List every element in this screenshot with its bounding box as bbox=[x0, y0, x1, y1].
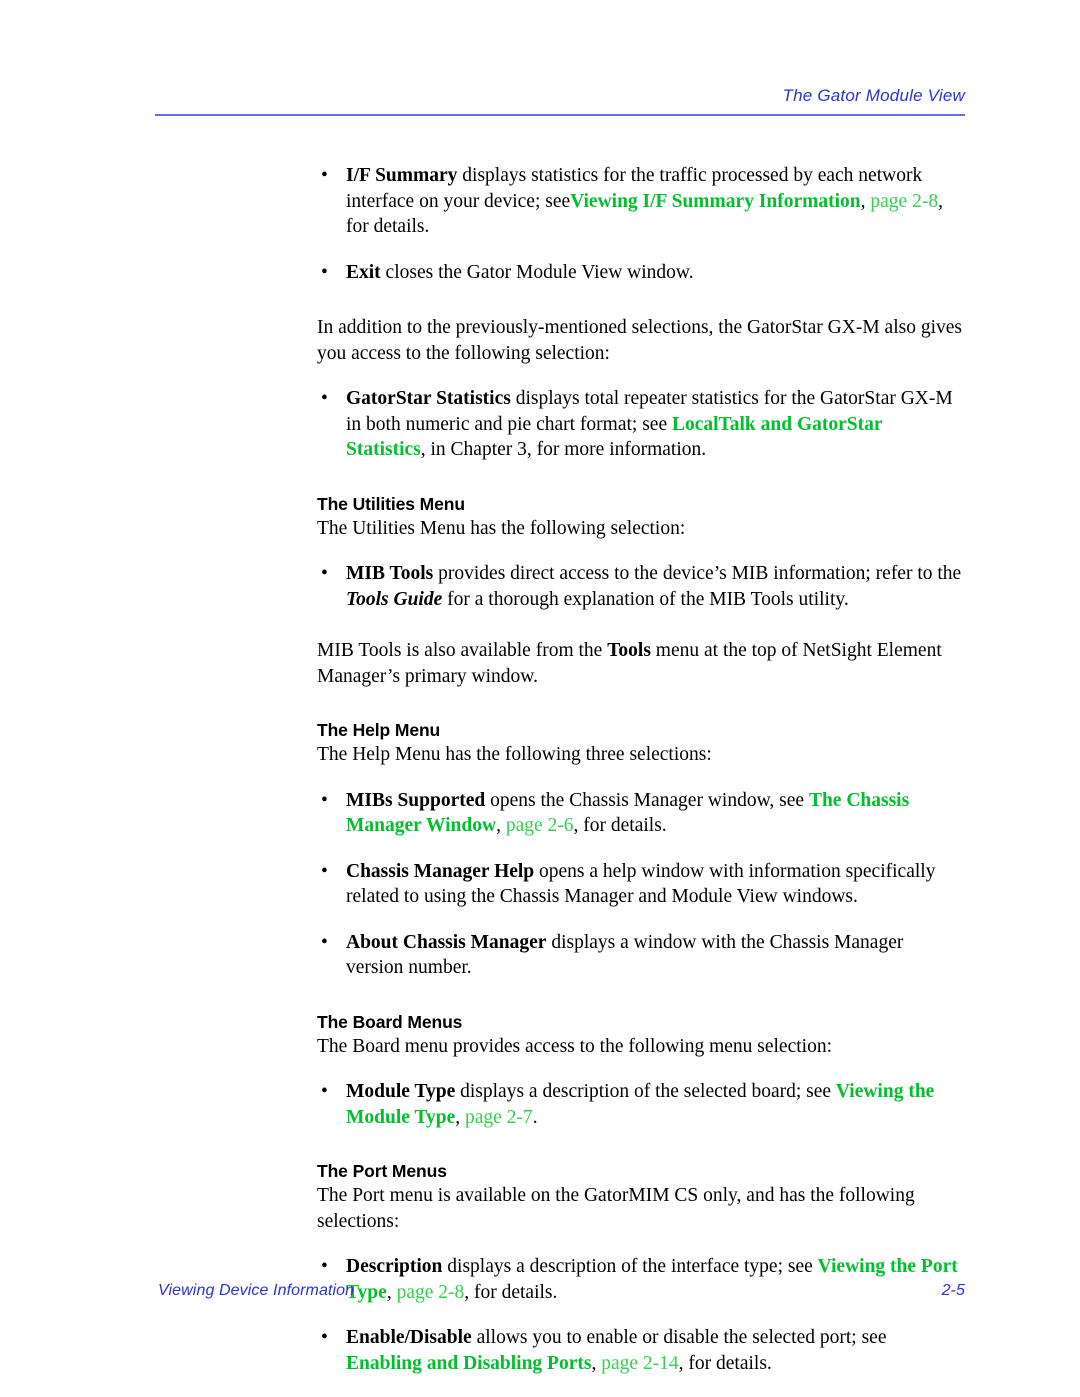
bullet-glyph: • bbox=[321, 165, 328, 186]
section-heading-utilities-menu: The Utilities Menu bbox=[317, 493, 465, 514]
list-item: • Chassis Manager Help opens a help wind… bbox=[317, 859, 962, 910]
paragraph-mib-tools-availability: MIB Tools is also available from the Too… bbox=[317, 638, 962, 689]
page-reference-link[interactable]: page 2-14 bbox=[601, 1353, 678, 1374]
text: , bbox=[860, 190, 871, 212]
paragraph-utilities-intro: The Utilities Menu has the following sel… bbox=[317, 517, 686, 539]
page-content: • I/F Summary displays statistics for th… bbox=[317, 163, 962, 1376]
paragraph-help-intro: The Help Menu has the following three se… bbox=[317, 744, 712, 765]
bullet-glyph: • bbox=[321, 388, 328, 409]
text: , bbox=[455, 1106, 465, 1128]
term-module-type: Module Type bbox=[346, 1081, 456, 1102]
term-description: Description bbox=[346, 1256, 443, 1277]
footer-section-title: Viewing Device Information bbox=[158, 1282, 355, 1299]
section-heading-board-menus: The Board Menus bbox=[317, 1011, 463, 1032]
title-tools-guide: Tools Guide bbox=[346, 588, 443, 610]
section-heading-port-menus: The Port Menus bbox=[317, 1161, 447, 1181]
text: , in Chapter 3, for more information. bbox=[420, 439, 707, 460]
page-reference-link[interactable]: page 2-7 bbox=[465, 1107, 533, 1128]
term-gatorstar-statistics: GatorStar Statistics bbox=[346, 388, 511, 409]
text: displays a description of the interface … bbox=[442, 1256, 818, 1277]
text: , for details. bbox=[573, 815, 667, 836]
term-chassis-manager-help: Chassis Manager Help bbox=[346, 860, 535, 882]
text: displays a description of the selected b… bbox=[455, 1081, 836, 1102]
paragraph-port-intro: The Port menu is available on the GatorM… bbox=[317, 1185, 915, 1232]
running-header: The Gator Module View bbox=[155, 86, 965, 106]
header-rule-divider bbox=[155, 114, 965, 116]
term-enable-disable: Enable/Disable bbox=[346, 1327, 472, 1348]
list-item: • MIB Tools provides direct access to th… bbox=[317, 561, 962, 612]
term-tools-menu: Tools bbox=[607, 640, 651, 661]
bullet-glyph: • bbox=[321, 1081, 328, 1102]
list-item: • I/F Summary displays statistics for th… bbox=[317, 163, 962, 240]
list-item: • About Chassis Manager displays a windo… bbox=[317, 930, 962, 981]
list-item: • GatorStar Statistics displays total re… bbox=[317, 386, 962, 463]
paragraph-addition: In addition to the previously-mentioned … bbox=[317, 317, 962, 364]
term-exit: Exit bbox=[346, 261, 381, 283]
text: , bbox=[591, 1352, 602, 1374]
term-if-summary: I/F Summary bbox=[346, 165, 458, 186]
list-item: • Enable/Disable allows you to enable or… bbox=[317, 1325, 962, 1376]
paragraph-board-intro: The Board menu provides access to the fo… bbox=[317, 1035, 832, 1057]
page-reference-link[interactable]: page 2-8 bbox=[870, 191, 938, 212]
term-about-chassis-manager: About Chassis Manager bbox=[346, 931, 547, 953]
document-page: The Gator Module View • I/F Summary disp… bbox=[0, 0, 1080, 1397]
term-mibs-supported: MIBs Supported bbox=[346, 789, 486, 811]
bullet-glyph: • bbox=[321, 860, 328, 882]
page-reference-link[interactable]: page 2-6 bbox=[506, 815, 574, 836]
text: allows you to enable or disable the sele… bbox=[471, 1327, 887, 1348]
text: provides direct access to the device’s M… bbox=[433, 563, 962, 584]
bullet-glyph: • bbox=[321, 931, 328, 953]
running-footer: Viewing Device Information 2-5 bbox=[158, 1281, 965, 1301]
bullet-glyph: • bbox=[321, 563, 328, 584]
footer-page-number: 2-5 bbox=[941, 1282, 965, 1299]
text: closes the Gator Module View window. bbox=[380, 261, 694, 283]
list-item: • Module Type displays a description of … bbox=[317, 1079, 962, 1130]
cross-reference-link[interactable]: Enabling and Disabling Ports bbox=[346, 1353, 591, 1374]
section-heading-help-menu: The Help Menu bbox=[317, 720, 441, 740]
list-item: • MIBs Supported opens the Chassis Manag… bbox=[317, 788, 962, 839]
header-title: The Gator Module View bbox=[782, 86, 965, 105]
bullet-glyph: • bbox=[321, 261, 328, 283]
bullet-glyph: • bbox=[321, 789, 328, 811]
cross-reference-link[interactable]: Viewing I/F Summary Information bbox=[570, 191, 861, 212]
bullet-glyph: • bbox=[321, 1327, 328, 1348]
term-mib-tools: MIB Tools bbox=[346, 563, 434, 584]
text: , for details. bbox=[678, 1352, 772, 1374]
text: for a thorough explanation of the MIB To… bbox=[442, 588, 849, 610]
text: . bbox=[532, 1106, 538, 1128]
text: , bbox=[496, 815, 506, 836]
text: opens the Chassis Manager window, see bbox=[485, 789, 809, 811]
text: MIB Tools is also available from the bbox=[317, 640, 608, 661]
bullet-glyph: • bbox=[321, 1256, 328, 1277]
list-item: • Exit closes the Gator Module View wind… bbox=[317, 260, 962, 286]
